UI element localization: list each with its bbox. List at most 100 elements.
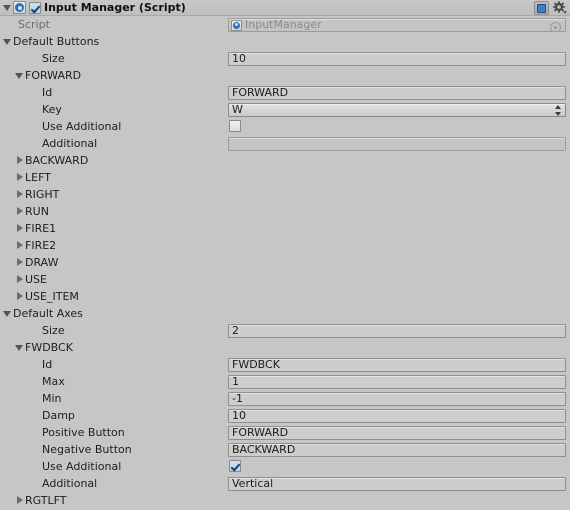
axis-fwdbck-min-row: Min -1 (0, 390, 570, 407)
foldout-closed-icon[interactable] (14, 189, 25, 200)
list-item[interactable]: RGTLFT (0, 492, 570, 509)
default-axes-foldout-icon[interactable] (2, 308, 13, 319)
list-item-label: USE_ITEM (25, 290, 79, 303)
button-forward-id-field[interactable]: FORWARD (228, 86, 566, 100)
button-entry-forward-foldout-icon[interactable] (14, 70, 25, 81)
list-item-label: FIRE1 (25, 222, 57, 235)
list-item[interactable]: BACKWARD (0, 152, 570, 169)
button-forward-use-additional-row: Use Additional (0, 118, 570, 135)
default-buttons-size-field[interactable]: 10 (228, 52, 566, 66)
default-buttons-label: Default Buttons (13, 35, 100, 48)
list-item[interactable]: USE_ITEM (0, 288, 570, 305)
axis-fwdbck-positive-button-row: Positive Button FORWARD (0, 424, 570, 441)
foldout-closed-icon[interactable] (14, 291, 25, 302)
button-forward-key-row: Key W (0, 101, 570, 118)
button-forward-additional-field[interactable] (228, 137, 566, 151)
list-item[interactable]: RIGHT (0, 186, 570, 203)
button-forward-key-value: W (232, 103, 243, 116)
default-axes-size-row: Size 2 (0, 322, 570, 339)
axis-fwdbck-max-field[interactable]: 1 (228, 375, 566, 389)
axis-fwdbck-min-field[interactable]: -1 (228, 392, 566, 406)
axis-fwdbck-damp-field[interactable]: 10 (228, 409, 566, 423)
button-forward-id-label: Id (42, 86, 53, 99)
axis-entry-fwdbck-foldout[interactable]: FWDBCK (0, 339, 570, 356)
component-title: Input Manager (Script) (44, 1, 186, 14)
axis-fwdbck-positive-button-label: Positive Button (42, 426, 125, 439)
help-icon[interactable] (534, 1, 549, 15)
component-enabled-checkbox[interactable] (29, 1, 41, 14)
axis-fwdbck-damp-row: Damp 10 (0, 407, 570, 424)
default-buttons-foldout-icon[interactable] (2, 36, 13, 47)
default-axes-size-field[interactable]: 2 (228, 324, 566, 338)
button-forward-additional-row: Additional (0, 135, 570, 152)
foldout-closed-icon[interactable] (14, 495, 25, 506)
list-item-label: RGTLFT (25, 494, 67, 507)
list-item-label: LEFT (25, 171, 51, 184)
axis-fwdbck-use-additional-label: Use Additional (42, 460, 122, 473)
script-object-field[interactable]: InputManager (228, 18, 566, 32)
axis-fwdbck-max-row: Max 1 (0, 373, 570, 390)
foldout-closed-icon[interactable] (14, 223, 25, 234)
button-forward-use-additional-label: Use Additional (42, 120, 122, 133)
axis-fwdbck-min-label: Min (42, 392, 62, 405)
list-item[interactable]: USE (0, 271, 570, 288)
button-forward-key-dropdown[interactable]: W (228, 103, 566, 117)
foldout-closed-icon[interactable] (14, 240, 25, 251)
axis-fwdbck-use-additional-checkbox[interactable] (229, 460, 241, 472)
list-item[interactable]: FIRE1 (0, 220, 570, 237)
object-picker-icon[interactable] (550, 22, 561, 31)
axis-entry-fwdbck-foldout-icon[interactable] (14, 342, 25, 353)
axis-fwdbck-negative-button-row: Negative Button BACKWARD (0, 441, 570, 458)
list-item-label: USE (25, 273, 47, 286)
list-item[interactable]: LEFT (0, 169, 570, 186)
component-header[interactable]: Input Manager (Script) (0, 0, 570, 16)
script-object-value: InputManager (245, 18, 322, 31)
foldout-closed-icon[interactable] (14, 172, 25, 183)
axis-fwdbck-additional-label: Additional (42, 477, 98, 490)
foldout-closed-icon[interactable] (14, 206, 25, 217)
button-forward-additional-label: Additional (42, 137, 98, 150)
axis-fwdbck-use-additional-row: Use Additional (0, 458, 570, 475)
axis-fwdbck-negative-button-field[interactable]: BACKWARD (228, 443, 566, 457)
default-buttons-size-label: Size (42, 52, 65, 65)
button-forward-key-label: Key (42, 103, 62, 116)
button-forward-use-additional-checkbox[interactable] (229, 120, 241, 132)
axis-fwdbck-id-field[interactable]: FWDBCK (228, 358, 566, 372)
axis-fwdbck-negative-button-label: Negative Button (42, 443, 132, 456)
list-item-label: BACKWARD (25, 154, 89, 167)
chevron-updown-icon (555, 105, 562, 116)
header-icon-group (534, 0, 567, 16)
list-item-label: RIGHT (25, 188, 60, 201)
gear-icon[interactable] (553, 1, 567, 15)
list-item[interactable]: DRAW (0, 254, 570, 271)
foldout-closed-icon[interactable] (14, 274, 25, 285)
axis-fwdbck-positive-button-field[interactable]: FORWARD (228, 426, 566, 440)
foldout-closed-icon[interactable] (14, 257, 25, 268)
collapsed-buttons-list: BACKWARD LEFT RIGHT RUN FIRE1 FIRE2 DRAW… (0, 152, 570, 305)
foldout-closed-icon[interactable] (14, 155, 25, 166)
script-reference-icon (231, 19, 242, 31)
axis-fwdbck-id-label: Id (42, 358, 53, 371)
list-item[interactable]: FIRE2 (0, 237, 570, 254)
script-row-label: Script (18, 18, 50, 31)
button-entry-forward-label: FORWARD (25, 69, 82, 82)
axis-fwdbck-additional-field[interactable]: Vertical (228, 477, 566, 491)
component-foldout-icon[interactable] (2, 2, 13, 13)
button-entry-forward-foldout[interactable]: FORWARD (0, 67, 570, 84)
default-buttons-foldout[interactable]: Default Buttons (0, 33, 570, 50)
axis-fwdbck-damp-label: Damp (42, 409, 75, 422)
list-item-label: DRAW (25, 256, 59, 269)
default-axes-label: Default Axes (13, 307, 83, 320)
list-item-label: FIRE2 (25, 239, 57, 252)
default-buttons-size-row: Size 10 (0, 50, 570, 67)
default-axes-foldout[interactable]: Default Axes (0, 305, 570, 322)
axis-fwdbck-id-row: Id FWDBCK (0, 356, 570, 373)
script-icon (13, 1, 26, 14)
button-forward-id-row: Id FORWARD (0, 84, 570, 101)
default-axes-size-label: Size (42, 324, 65, 337)
script-row: Script InputManager (0, 16, 570, 33)
list-item-label: RUN (25, 205, 49, 218)
axis-fwdbck-max-label: Max (42, 375, 65, 388)
list-item[interactable]: RUN (0, 203, 570, 220)
axis-fwdbck-additional-row: Additional Vertical (0, 475, 570, 492)
